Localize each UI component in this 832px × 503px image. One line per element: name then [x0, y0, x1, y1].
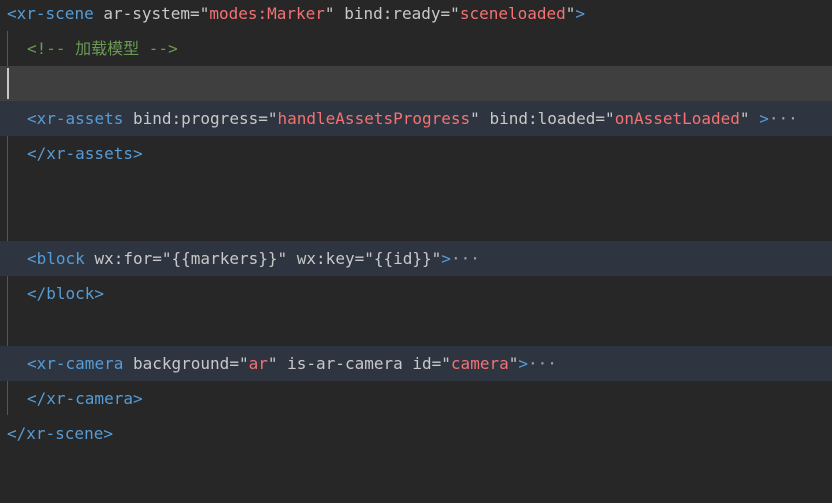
block-open-tag: <block wx:for="{{markers}}" wx:key="{{id… [27, 249, 480, 268]
code-line-1[interactable]: <xr-scene ar-system="modes:Marker" bind:… [0, 0, 832, 31]
code-line-8[interactable]: <block wx:for="{{markers}}" wx:key="{{id… [0, 241, 832, 276]
xr-scene-close-tag: </xr-scene> [7, 424, 113, 443]
code-line-5[interactable]: </xr-assets> [0, 136, 832, 171]
fold-ellipsis-icon[interactable]: ··· [528, 354, 557, 373]
xr-assets-close-tag: </xr-assets> [27, 144, 143, 163]
code-line-2[interactable]: <!-- 加载模型 --> [0, 31, 832, 66]
block-close-tag: </block> [27, 284, 105, 303]
text-cursor [7, 68, 9, 99]
fold-ellipsis-icon[interactable]: ··· [769, 109, 798, 128]
code-line-11[interactable]: <xr-camera background="ar" is-ar-camera … [0, 346, 832, 381]
comment-load-model: <!-- 加载模型 --> [27, 39, 178, 58]
code-line-3-current[interactable] [0, 66, 832, 101]
xr-camera-close-tag: </xr-camera> [27, 389, 143, 408]
code-line-9[interactable]: </block> [0, 276, 832, 311]
code-line-4[interactable]: <xr-assets bind:progress="handleAssetsPr… [0, 101, 832, 136]
xr-camera-open-tag: <xr-camera background="ar" is-ar-camera … [27, 354, 557, 373]
xr-scene-open-tag: <xr-scene ar-system="modes:Marker" bind:… [7, 4, 586, 23]
xr-assets-open-tag: <xr-assets bind:progress="handleAssetsPr… [27, 109, 798, 128]
code-editor[interactable]: <xr-scene ar-system="modes:Marker" bind:… [0, 0, 832, 503]
code-line-12[interactable]: </xr-camera> [0, 381, 832, 416]
fold-ellipsis-icon[interactable]: ··· [451, 249, 480, 268]
code-line-13[interactable]: </xr-scene> [0, 416, 832, 451]
